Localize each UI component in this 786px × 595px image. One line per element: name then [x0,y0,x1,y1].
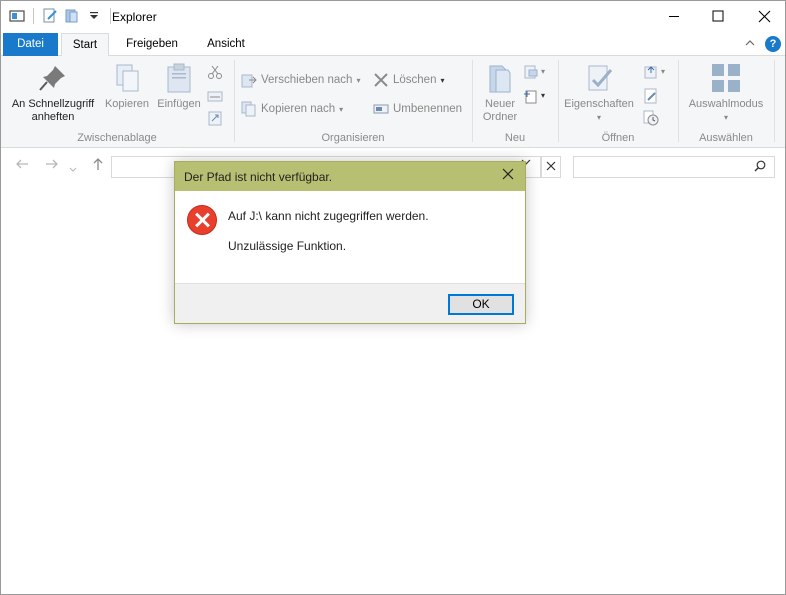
dialog-title: Der Pfad ist nicht verfügbar. [184,170,333,184]
customize-dropdown-icon[interactable] [86,8,102,24]
up-icon[interactable] [91,157,105,174]
dialog-title-bar: Der Pfad ist nicht verfügbar. [175,162,525,191]
group-clipboard: An Schnellzugriff anheften Kopieren Einf… [1,58,233,146]
paste-shortcut-icon[interactable] [207,110,223,126]
tab-datei[interactable]: Datei [3,33,58,56]
group-label-new: Neu [504,132,526,144]
pin-label-line1: An Schnellzugriff [11,98,95,110]
delete-button[interactable]: Löschen ▾ [373,72,445,88]
easy-access-icon[interactable] [523,88,539,104]
copy-to-button[interactable]: Kopieren nach ▾ [241,101,343,117]
collapse-ribbon-icon[interactable] [745,38,755,50]
new-folder-icon[interactable] [64,8,80,24]
rename-button[interactable]: Umbenennen [373,101,462,117]
copy-to-icon [241,101,257,117]
copy-path-icon[interactable] [207,88,223,104]
pin-icon [37,62,69,94]
dialog-detail: Unzulässige Funktion. [228,239,347,253]
properties-check-icon [583,62,615,94]
selection-mode-button[interactable]: Auswahlmodus ▾ [681,62,771,124]
pin-label-line2: anheften [31,111,75,123]
paste-label: Einfügen [157,98,201,110]
group-label-open: Öffnen [601,132,635,144]
rename-label: Umbenennen [393,103,463,115]
tab-ansicht[interactable]: Ansicht [197,33,255,56]
selection-mode-label: Auswahlmodus [688,98,764,110]
new-folder-label-line2: Ordner [482,111,518,123]
copy-icon [111,62,143,94]
dialog-footer: OK [175,283,525,323]
close-button[interactable] [741,1,786,31]
properties-label: Eigenschaften [564,98,634,110]
edit-icon[interactable] [643,88,659,104]
dialog-close-button[interactable] [497,166,519,186]
history-icon[interactable] [643,110,659,126]
search-input[interactable] [573,156,775,178]
delete-label: Löschen [393,74,437,86]
cut-icon[interactable] [207,64,223,80]
ok-button[interactable]: OK [448,294,514,315]
paste-button[interactable]: Einfügen [153,62,205,111]
error-dialog: Der Pfad ist nicht verfügbar. Auf J:\ ka… [174,161,526,324]
window-title: Explorer [112,10,157,24]
search-icon [754,160,766,172]
forward-icon[interactable] [45,157,59,174]
group-open: Eigenschaften ▾ ▾ Öffnen [559,58,677,146]
selection-grid-icon [710,62,742,94]
properties-button[interactable]: Eigenschaften ▾ [561,62,637,124]
folder-icon [484,62,516,94]
ribbon: An Schnellzugriff anheften Kopieren Einf… [1,56,785,148]
explorer-window: Explorer Datei Start Freigeben Ansicht ? [0,0,786,595]
move-to-icon [241,72,257,88]
group-label-select: Auswählen [699,132,753,144]
title-bar: Explorer [1,1,785,33]
pin-quick-access-button[interactable]: An Schnellzugriff anheften [7,62,99,124]
error-icon [187,205,217,235]
rename-icon [373,101,389,117]
group-new: Neuer Ordner ▾ ▾ Neu [473,58,557,146]
ribbon-tabs: Datei Start Freigeben Ansicht ? [1,33,785,57]
group-label-organize: Organisieren [321,132,385,144]
copy-to-label: Kopieren nach [261,103,336,115]
new-item-icon[interactable] [523,64,539,80]
new-folder-label-line1: Neuer [485,98,515,110]
help-icon[interactable]: ? [765,36,781,52]
maximize-button[interactable] [695,1,741,31]
delete-icon [373,72,389,88]
copy-button[interactable]: Kopieren [101,62,153,111]
quick-access-toolbar [9,8,113,24]
copy-label: Kopieren [104,98,150,110]
move-to-label: Verschieben nach [261,74,353,86]
back-icon[interactable] [15,157,29,174]
stop-icon[interactable] [541,156,561,178]
recent-locations-icon[interactable] [69,160,77,176]
paste-icon [163,62,195,94]
tab-start[interactable]: Start [61,33,109,57]
group-select: Auswahlmodus ▾ Auswählen [679,58,773,146]
move-to-button[interactable]: Verschieben nach ▾ [241,72,360,88]
group-label-clipboard: Zwischenablage [77,132,157,144]
new-folder-button[interactable]: Neuer Ordner [475,62,525,124]
properties-icon[interactable] [42,8,58,24]
app-icon[interactable] [9,8,25,24]
dialog-body: Auf J:\ kann nicht zugegriffen werden. U… [175,191,525,283]
open-icon[interactable] [643,64,659,80]
tab-freigeben[interactable]: Freigeben [118,33,186,56]
minimize-button[interactable] [651,1,697,31]
dialog-message: Auf J:\ kann nicht zugegriffen werden. [228,209,429,223]
group-organize: Verschieben nach ▾ Kopieren nach ▾ Lösch… [235,58,471,146]
